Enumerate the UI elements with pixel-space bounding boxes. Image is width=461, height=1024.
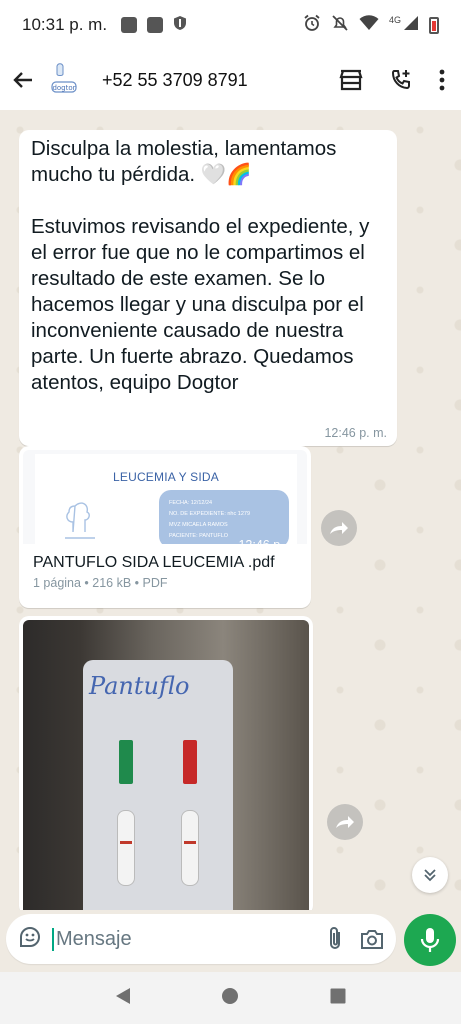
avatar[interactable]: dogtor (44, 60, 84, 100)
message-composer[interactable]: Mensaje (6, 914, 396, 964)
mute-icon (331, 14, 349, 37)
wifi-icon (359, 14, 379, 36)
contact-name[interactable]: +52 55 3709 8791 (102, 70, 248, 91)
pdf-field: NO. DE EXPEDIENTE: nhc 1279 (169, 511, 251, 517)
forward-button[interactable] (321, 510, 357, 546)
forward-icon (330, 522, 348, 534)
sticker-icon[interactable] (18, 925, 42, 954)
forward-button[interactable] (327, 804, 363, 840)
status-time: 10:31 p. m. (22, 15, 108, 34)
arrow-left-icon (13, 72, 32, 88)
nav-recents-icon (330, 988, 346, 1003)
dogtor-logo-icon: dogtor (45, 61, 83, 99)
notification-storage-icon (147, 17, 164, 33)
add-call-icon[interactable] (389, 68, 413, 92)
pdf-field: MVZ MICAELA RAMOS (169, 522, 228, 528)
dog-illustration-icon (65, 502, 95, 539)
message-text: Estuvimos revisando el expediente, y el … (31, 215, 370, 394)
back-button[interactable] (10, 67, 36, 93)
voice-message-button[interactable] (404, 914, 456, 966)
network-type: 4G (388, 15, 401, 25)
more-vert-icon[interactable] (439, 69, 445, 91)
felv-window (119, 740, 133, 784)
svg-text:dogtor: dogtor (52, 84, 75, 92)
pdf-file-meta: 1 página • 216 kB • PDF (33, 576, 168, 590)
photo-handwritten-label: Pantuflo (89, 672, 190, 700)
storefront-icon[interactable] (339, 69, 363, 91)
nav-back-button[interactable] (115, 987, 131, 1010)
battery-icon (429, 16, 439, 34)
forward-icon (336, 816, 354, 828)
chevron-double-down-icon (424, 869, 436, 882)
nav-recents-button[interactable] (330, 988, 346, 1009)
message-timestamp: 12:46 p. m. (238, 538, 301, 552)
pdf-preview[interactable]: LEUCEMIA Y SIDA FECHA: 12/12/24 NO. DE E… (23, 450, 307, 544)
signal-icon (403, 15, 419, 36)
chat-header: dogtor +52 55 3709 8791 (0, 50, 461, 110)
nav-home-icon (222, 987, 239, 1004)
status-bar: 10:31 p. m. 4G (0, 0, 461, 50)
pdf-page: LEUCEMIA Y SIDA FECHA: 12/12/24 NO. DE E… (35, 454, 297, 544)
alarm-icon (303, 14, 321, 37)
camera-icon[interactable] (360, 928, 384, 950)
paperclip-icon[interactable] (326, 926, 344, 952)
shield-icon (173, 15, 187, 36)
pdf-info-box: FECHA: 12/12/24 NO. DE EXPEDIENTE: nhc 1… (159, 490, 289, 544)
pdf-message-bubble[interactable]: LEUCEMIA Y SIDA FECHA: 12/12/24 NO. DE E… (19, 446, 311, 608)
system-nav-bar (0, 972, 461, 1024)
scroll-to-bottom-button[interactable] (412, 857, 448, 893)
mic-icon (420, 928, 440, 952)
message-input[interactable]: Mensaje (52, 927, 310, 951)
pdf-field: FECHA: 12/12/24 (169, 500, 213, 506)
nav-home-button[interactable] (221, 987, 239, 1010)
fiv-window (183, 740, 197, 784)
nav-back-icon (116, 987, 131, 1004)
test-kit-photo[interactable]: Pantuflo (23, 620, 309, 910)
chat-area[interactable]: Disculpa la molestia, lamentamos mucho t… (0, 110, 461, 910)
message-bubble[interactable]: Disculpa la molestia, lamentamos mucho t… (19, 130, 397, 446)
message-text: Disculpa la molestia, lamentamos mucho t… (31, 137, 337, 186)
test-kit: Pantuflo (83, 660, 233, 910)
message-timestamp: 12:46 p. m. (324, 426, 387, 440)
notification-app-icon (121, 17, 138, 33)
pdf-preview-title: LEUCEMIA Y SIDA (113, 470, 219, 484)
test-strip-right (181, 810, 199, 886)
test-strip-left (117, 810, 135, 886)
image-message-bubble[interactable]: Pantuflo (19, 616, 313, 910)
